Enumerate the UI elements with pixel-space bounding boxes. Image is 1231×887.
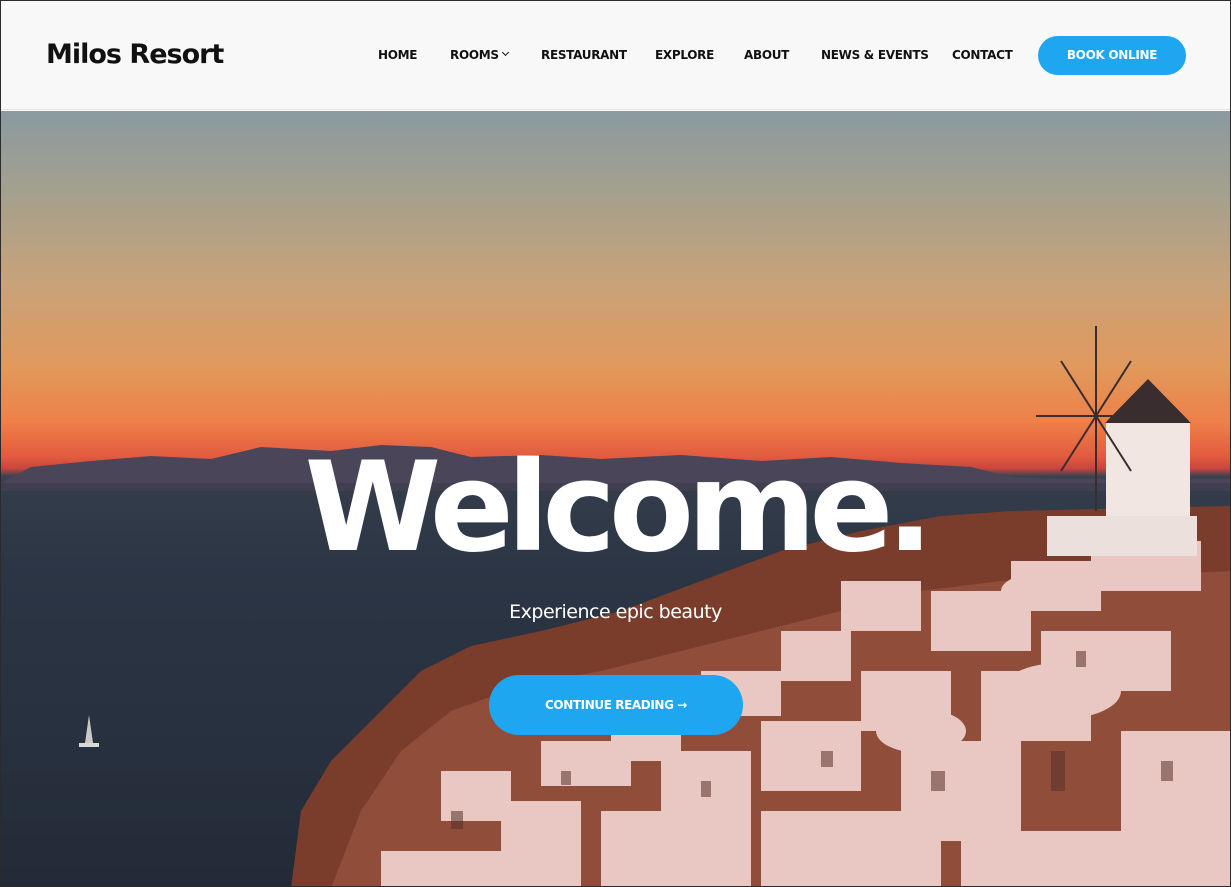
page: Milos Resort HOME ROOMS RESTAURANT EXPLO… [0,0,1231,887]
hero-subtitle: Experience epic beauty [509,601,722,623]
site-logo[interactable]: Milos Resort [46,39,224,70]
continue-reading-button[interactable]: CONTINUE READING → [489,675,743,735]
nav-item-rooms-label: ROOMS [450,48,499,62]
book-online-button[interactable]: BOOK ONLINE [1038,36,1186,75]
nav-item-explore[interactable]: EXPLORE [655,47,714,63]
nav-item-rooms[interactable]: ROOMS [450,47,509,63]
nav-item-news-events[interactable]: NEWS & EVENTS [821,47,929,63]
chevron-down-icon [501,48,509,57]
hero-title: Welcome. [304,436,933,580]
nav-item-home[interactable]: HOME [378,47,417,63]
hero-section: Welcome. Experience epic beauty CONTINUE… [1,111,1230,886]
nav-item-contact[interactable]: CONTACT [952,47,1013,63]
nav-item-restaurant[interactable]: RESTAURANT [541,47,627,63]
site-header: Milos Resort HOME ROOMS RESTAURANT EXPLO… [1,1,1230,110]
nav-item-about[interactable]: ABOUT [744,47,789,63]
